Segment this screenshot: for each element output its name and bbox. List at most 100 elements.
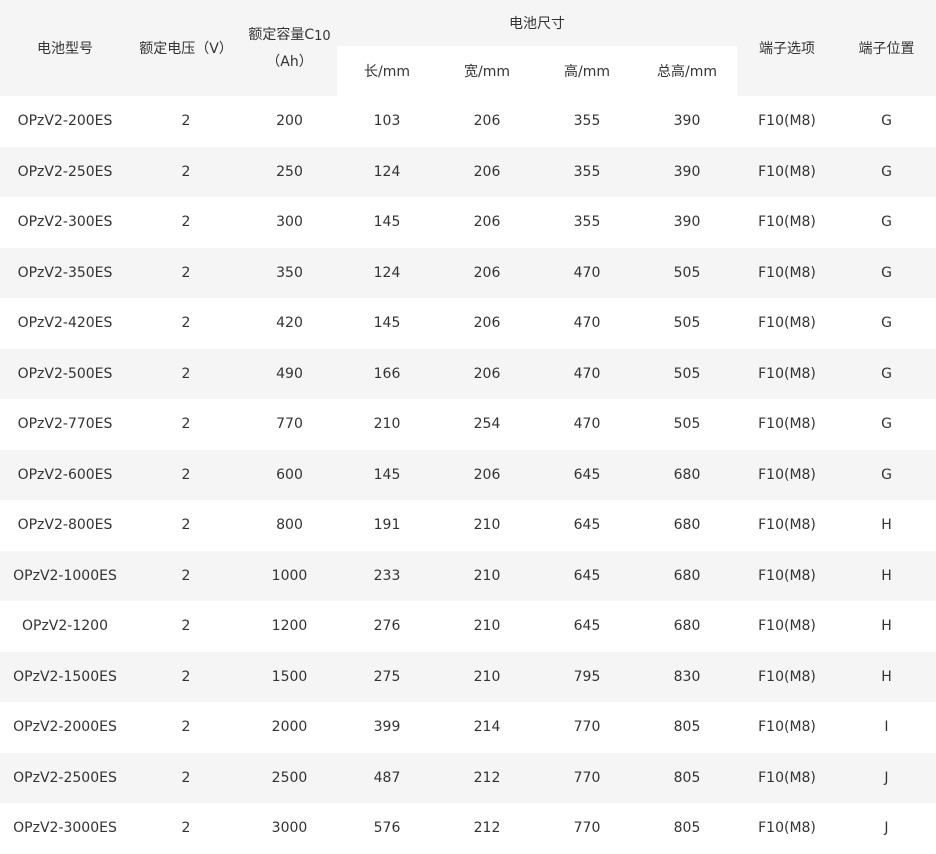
voltage-cell: 2 [130, 550, 242, 601]
capacity-cell: 2000 [242, 702, 337, 753]
header-terminal-position: 端子位置 [837, 0, 936, 96]
width-cell: 206 [437, 247, 537, 298]
capacity-cell: 350 [242, 247, 337, 298]
terminal-position-cell: J [837, 752, 936, 803]
width-cell: 212 [437, 803, 537, 854]
capacity-cell: 300 [242, 197, 337, 248]
header-total-height: 总高/mm [637, 46, 737, 96]
model-cell: OPzV2-500ES [0, 348, 130, 399]
terminal-position-cell: G [837, 146, 936, 197]
terminal-option-cell: F10(M8) [737, 348, 837, 399]
voltage-cell: 2 [130, 702, 242, 753]
total-height-cell: 830 [637, 651, 737, 702]
length-cell: 145 [337, 449, 437, 500]
header-height: 高/mm [537, 46, 637, 96]
height-cell: 355 [537, 146, 637, 197]
model-cell: OPzV2-600ES [0, 449, 130, 500]
total-height-cell: 390 [637, 146, 737, 197]
voltage-cell: 2 [130, 96, 242, 147]
terminal-option-cell: F10(M8) [737, 399, 837, 450]
total-height-cell: 680 [637, 550, 737, 601]
height-cell: 470 [537, 247, 637, 298]
header-capacity-subscript: 10 [314, 28, 331, 44]
terminal-position-cell: G [837, 449, 936, 500]
capacity-cell: 1000 [242, 550, 337, 601]
height-cell: 470 [537, 399, 637, 450]
width-cell: 206 [437, 96, 537, 147]
voltage-cell: 2 [130, 247, 242, 298]
width-cell: 206 [437, 197, 537, 248]
height-cell: 795 [537, 651, 637, 702]
table-row: OPzV2-1000ES 2 1000 233 210 645 680 F10(M8) H [0, 550, 936, 601]
terminal-position-cell: G [837, 298, 936, 349]
terminal-position-cell: I [837, 702, 936, 753]
total-height-cell: 805 [637, 752, 737, 803]
table-row: OPzV2-2500ES 2 2500 487 212 770 805 F10(M8) J [0, 752, 936, 803]
terminal-option-cell: F10(M8) [737, 449, 837, 500]
voltage-cell: 2 [130, 146, 242, 197]
table-row: OPzV2-1500ES 2 1500 275 210 795 830 F10(M8) H [0, 651, 936, 702]
width-cell: 214 [437, 702, 537, 753]
voltage-cell: 2 [130, 500, 242, 551]
capacity-cell: 250 [242, 146, 337, 197]
width-cell: 206 [437, 298, 537, 349]
voltage-cell: 2 [130, 197, 242, 248]
voltage-cell: 2 [130, 752, 242, 803]
terminal-position-cell: H [837, 550, 936, 601]
table-row: OPzV2-420ES 2 420 145 206 470 505 F10(M8) G [0, 298, 936, 349]
header-length: 长/mm [337, 46, 437, 96]
header-terminal-option: 端子选项 [737, 0, 837, 96]
width-cell: 206 [437, 348, 537, 399]
model-cell: OPzV2-770ES [0, 399, 130, 450]
model-cell: OPzV2-3000ES [0, 803, 130, 854]
length-cell: 145 [337, 197, 437, 248]
table-row: OPzV2-770ES 2 770 210 254 470 505 F10(M8) G [0, 399, 936, 450]
voltage-cell: 2 [130, 298, 242, 349]
length-cell: 576 [337, 803, 437, 854]
terminal-position-cell: G [837, 348, 936, 399]
length-cell: 166 [337, 348, 437, 399]
length-cell: 191 [337, 500, 437, 551]
height-cell: 645 [537, 550, 637, 601]
table-body: OPzV2-200ES 2 200 103 206 355 390 F10(M8) G OPzV2… [0, 96, 936, 854]
capacity-cell: 420 [242, 298, 337, 349]
width-cell: 210 [437, 550, 537, 601]
height-cell: 355 [537, 96, 637, 147]
capacity-cell: 600 [242, 449, 337, 500]
terminal-option-cell: F10(M8) [737, 651, 837, 702]
model-cell: OPzV2-2500ES [0, 752, 130, 803]
terminal-position-cell: G [837, 96, 936, 147]
height-cell: 645 [537, 601, 637, 652]
table-row: OPzV2-350ES 2 350 124 206 470 505 F10(M8) G [0, 247, 936, 298]
terminal-position-cell: H [837, 500, 936, 551]
width-cell: 210 [437, 601, 537, 652]
length-cell: 124 [337, 146, 437, 197]
capacity-cell: 490 [242, 348, 337, 399]
length-cell: 103 [337, 96, 437, 147]
model-cell: OPzV2-420ES [0, 298, 130, 349]
height-cell: 645 [537, 449, 637, 500]
model-cell: OPzV2-2000ES [0, 702, 130, 753]
model-cell: OPzV2-1000ES [0, 550, 130, 601]
table-row: OPzV2-250ES 2 250 124 206 355 390 F10(M8) G [0, 146, 936, 197]
terminal-position-cell: H [837, 601, 936, 652]
model-cell: OPzV2-1500ES [0, 651, 130, 702]
height-cell: 645 [537, 500, 637, 551]
terminal-option-cell: F10(M8) [737, 146, 837, 197]
terminal-position-cell: G [837, 247, 936, 298]
capacity-cell: 200 [242, 96, 337, 147]
length-cell: 399 [337, 702, 437, 753]
height-cell: 770 [537, 702, 637, 753]
header-voltage: 额定电压（V） [130, 0, 242, 96]
terminal-option-cell: F10(M8) [737, 197, 837, 248]
model-cell: OPzV2-800ES [0, 500, 130, 551]
voltage-cell: 2 [130, 651, 242, 702]
width-cell: 210 [437, 500, 537, 551]
table-row: OPzV2-1200 2 1200 276 210 645 680 F10(M8) H [0, 601, 936, 652]
terminal-option-cell: F10(M8) [737, 601, 837, 652]
table-row: OPzV2-800ES 2 800 191 210 645 680 F10(M8) H [0, 500, 936, 551]
total-height-cell: 805 [637, 702, 737, 753]
table-row: OPzV2-600ES 2 600 145 206 645 680 F10(M8) G [0, 449, 936, 500]
terminal-option-cell: F10(M8) [737, 500, 837, 551]
length-cell: 145 [337, 298, 437, 349]
